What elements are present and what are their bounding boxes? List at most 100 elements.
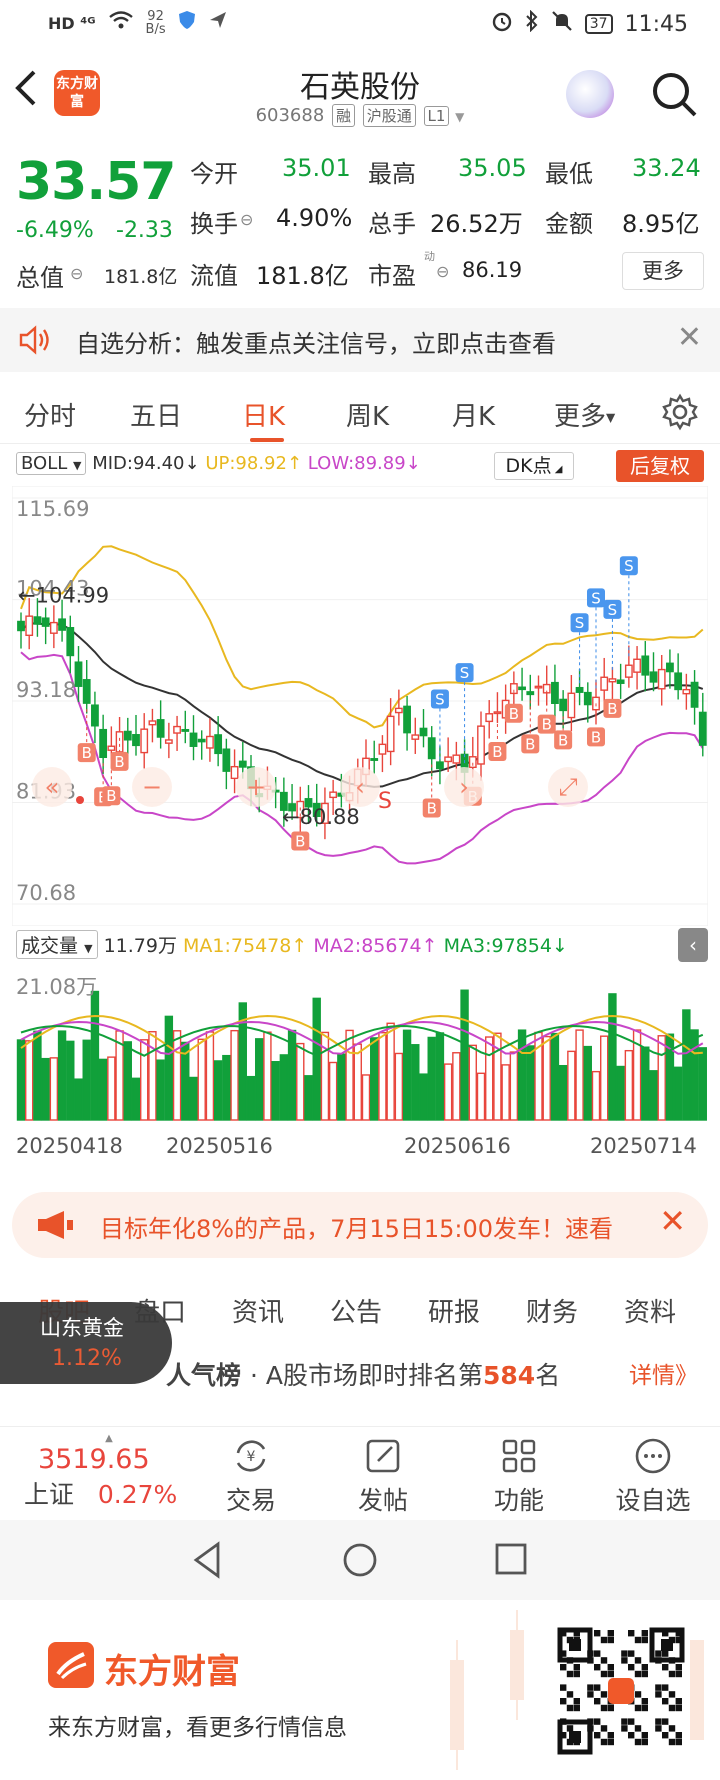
tab-weekly-k[interactable]: 周K xyxy=(346,396,389,433)
qr-cell xyxy=(600,1691,608,1698)
analysis-notice[interactable]: 自选分析：触发重点关注信号，立即点击查看 ✕ xyxy=(0,308,720,372)
chart-control-button[interactable]: › xyxy=(444,767,484,807)
buy-signal-label: B xyxy=(558,731,568,749)
qr-cell xyxy=(641,1636,648,1644)
volume-bar xyxy=(279,1054,289,1121)
volume-chart: 21.08万 xyxy=(16,975,707,1121)
qr-cell xyxy=(668,1670,676,1678)
info-icon[interactable]: ⊖ xyxy=(70,264,83,283)
tab-monthly-k[interactable]: 月K xyxy=(452,396,495,433)
add-watchlist-button[interactable]: 设自选 xyxy=(608,1435,698,1517)
recents-square-icon[interactable] xyxy=(494,1542,528,1576)
promo-banner[interactable]: 目标年化8%的产品，7月15日15:00发车！速看 ✕ xyxy=(12,1192,708,1258)
post-button[interactable]: 发帖 xyxy=(338,1435,428,1517)
tab-financials[interactable]: 财务 xyxy=(526,1292,578,1329)
candle-body xyxy=(411,734,420,740)
kline-chart[interactable]: BBBBBBBBBBBBBBSSSSSS 115.69104.4393.1881… xyxy=(12,486,708,926)
candle-body xyxy=(641,655,650,676)
qr-code[interactable] xyxy=(556,1626,686,1756)
chart-control-button[interactable]: ⤢ xyxy=(548,767,588,807)
back-triangle-icon[interactable] xyxy=(190,1540,224,1580)
tab-daily-k[interactable]: 日K xyxy=(242,396,285,433)
y-tick-label: 115.69 xyxy=(16,497,89,521)
index-quote[interactable]: ▲ 3519.65 上证 0.27% xyxy=(24,1433,194,1511)
dk-point-button[interactable]: DK点 ◢ xyxy=(494,452,574,480)
volume-selector[interactable]: 成交量 ▼ xyxy=(16,930,98,959)
chart-control-glyph: + xyxy=(246,773,266,801)
floating-quote[interactable]: 山东黄金 1.12% xyxy=(0,1302,172,1384)
stock-code: 603688 xyxy=(255,105,325,126)
qr-cell xyxy=(662,1732,669,1739)
volume-bar xyxy=(16,1039,26,1121)
index-name: 上证 xyxy=(24,1480,75,1509)
candle-body xyxy=(485,713,494,723)
search-icon[interactable] xyxy=(650,70,698,118)
caret-down-icon: ▼ xyxy=(606,410,616,425)
collapse-panel-button[interactable]: ‹ xyxy=(678,928,708,962)
tab-five-day[interactable]: 五日 xyxy=(130,396,182,433)
last-price: 33.57 xyxy=(16,152,176,212)
qr-cell xyxy=(573,1704,580,1712)
more-button[interactable]: 更多 xyxy=(622,252,704,290)
candle-body xyxy=(633,658,641,673)
candle-body xyxy=(452,754,461,764)
buy-signal-label: B xyxy=(591,728,601,746)
brand-logo-icon xyxy=(48,1642,94,1688)
volume-bar xyxy=(616,1065,625,1121)
functions-button[interactable]: 功能 xyxy=(474,1435,564,1517)
tab-research[interactable]: 研报 xyxy=(428,1292,480,1329)
stock-code-row: 603688 融 沪股通 L1 ▼ xyxy=(0,104,720,127)
candle-body xyxy=(123,730,132,741)
chart-control-button[interactable]: − xyxy=(132,767,172,807)
tab-announcements[interactable]: 公告 xyxy=(330,1292,382,1329)
chart-control-button[interactable]: + xyxy=(236,767,276,807)
buy-signal-label: B xyxy=(82,744,92,762)
low-value: 33.24 xyxy=(632,154,701,182)
volume-bar xyxy=(255,1038,264,1121)
rank-prefix: · A股市场即时排名第 xyxy=(250,1361,483,1390)
index-value: 3519.65 xyxy=(38,1444,150,1475)
volume-bar xyxy=(90,990,100,1121)
adjust-mode-button[interactable]: 后复权 xyxy=(616,450,704,482)
functions-label: 功能 xyxy=(493,1486,544,1515)
tab-news[interactable]: 资讯 xyxy=(232,1292,284,1329)
assistant-robot-icon[interactable] xyxy=(566,70,614,118)
candle-body xyxy=(608,678,617,683)
volume-bar xyxy=(197,1038,206,1121)
info-icon[interactable]: ⊖ xyxy=(436,262,449,281)
tab-more[interactable]: 更多▼ xyxy=(554,396,615,433)
chart-control-button[interactable]: ‹ xyxy=(340,767,380,807)
float-cap-label: 流值 xyxy=(190,262,238,290)
volume-bar xyxy=(476,1072,486,1121)
speaker-icon xyxy=(18,324,54,356)
candle-body xyxy=(58,618,66,631)
qr-cell xyxy=(675,1732,682,1739)
alarm-icon xyxy=(491,10,513,38)
candle-body xyxy=(649,671,658,683)
candle-body xyxy=(682,688,691,695)
float-cap-value: 181.8亿 xyxy=(256,262,349,290)
close-icon[interactable]: ✕ xyxy=(659,1202,686,1240)
chevron-down-icon[interactable]: ▼ xyxy=(455,110,464,124)
volume-bar xyxy=(82,1039,91,1121)
low-label: 最低 xyxy=(545,160,593,188)
volume-bar xyxy=(526,1045,535,1121)
indicator-selector[interactable]: BOLL ▼ xyxy=(16,452,87,475)
chart-control-button[interactable]: « xyxy=(32,767,72,807)
qr-cell xyxy=(634,1657,642,1664)
qr-cell xyxy=(587,1684,594,1691)
rank-detail-link[interactable]: 详情》 xyxy=(629,1356,698,1390)
candle-body xyxy=(49,621,58,634)
settings-gear-icon[interactable] xyxy=(660,392,700,436)
tab-more-label: 更多 xyxy=(554,402,607,432)
home-circle-icon[interactable] xyxy=(342,1542,378,1578)
close-icon[interactable]: ✕ xyxy=(677,320,702,355)
info-icon[interactable]: ⊖ xyxy=(240,210,253,229)
period-tabs: 分时 五日 日K 周K 月K 更多▼ xyxy=(0,382,720,444)
volume-bar xyxy=(345,1029,354,1121)
tab-profile[interactable]: 资料 xyxy=(624,1292,676,1329)
trade-button[interactable]: ¥ 交易 xyxy=(206,1435,296,1517)
qr-cell xyxy=(634,1738,642,1746)
tab-intraday[interactable]: 分时 xyxy=(24,396,76,433)
qr-cell xyxy=(594,1684,601,1691)
